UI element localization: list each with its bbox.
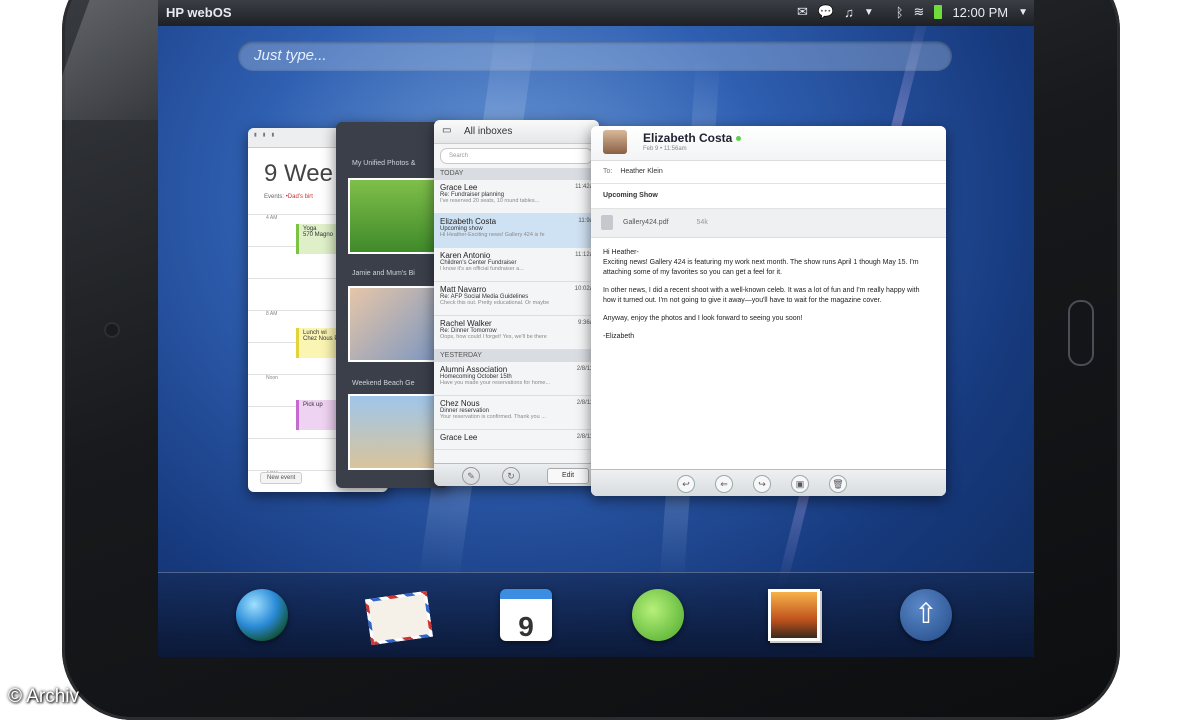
mail-item[interactable]: Alumni Association Homecoming October 15t… <box>434 362 599 396</box>
mail-item[interactable]: Chez Nous Dinner reservation Your reservat… <box>434 396 599 430</box>
mail-item[interactable]: Grace Lee Re: Fundraiser planning I've res… <box>434 180 599 214</box>
forward-icon[interactable]: ↪ <box>753 475 771 493</box>
photo-thumbnail[interactable] <box>348 178 442 254</box>
album-label: My Unified Photos & <box>352 160 416 167</box>
os-brand[interactable]: HP webOS <box>166 5 232 20</box>
mail-list-card[interactable]: ▭ All inboxes Search TODAY Grace Lee Re: … <box>434 120 599 486</box>
email-body: Hi Heather- Exciting news! Gallery 424 i… <box>603 249 920 340</box>
battery-icon <box>934 5 943 19</box>
home-button[interactable] <box>1068 300 1094 366</box>
email-timestamp: Feb 9 • 11:56am <box>643 146 687 152</box>
messaging-app-icon[interactable] <box>632 589 684 641</box>
email-toolbar: ↩ ⇐ ↪ ▣ 🗑 <box>591 469 946 496</box>
sender-name: Elizabeth Costa <box>643 131 742 145</box>
edit-button[interactable]: Edit <box>547 468 589 484</box>
bluetooth-icon[interactable]: ᛒ <box>896 5 904 20</box>
recipient-row: To: Heather Klein <box>591 161 946 184</box>
chevron-down-icon[interactable]: ▼ <box>864 7 874 18</box>
email-subject: Upcoming Show <box>591 184 946 209</box>
chevron-down-icon[interactable]: ▼ <box>1018 7 1028 18</box>
compose-icon[interactable]: ✎ <box>462 467 480 485</box>
calendar-app-icon[interactable]: 9 <box>500 589 552 642</box>
online-status-icon <box>736 136 742 142</box>
file-icon <box>601 215 613 230</box>
photos-app-icon[interactable] <box>768 589 820 641</box>
web-browser-icon[interactable] <box>236 589 288 641</box>
email-detail-card[interactable]: Elizabeth Costa Feb 9 • 11:56am To: Heath… <box>591 126 946 496</box>
photo-credit: © Archiv <box>8 686 80 707</box>
mail-list-title: All inboxes <box>464 126 513 137</box>
camera-icon <box>106 324 118 336</box>
mail-list-header: ▭ All inboxes <box>434 120 599 144</box>
reply-icon[interactable]: ↩ <box>677 475 695 493</box>
section-header: TODAY <box>434 168 599 180</box>
album-label: Weekend Beach Ge <box>352 380 415 387</box>
mail-item[interactable]: Karen Antonio Children's Center Fundraise… <box>434 248 599 282</box>
reply-all-icon[interactable]: ⇐ <box>715 475 733 493</box>
mail-search-input[interactable]: Search <box>440 148 593 164</box>
clock[interactable]: 12:00 PM <box>952 5 1008 20</box>
trash-icon[interactable]: 🗑 <box>829 475 847 493</box>
attachment[interactable]: Gallery424.pdf 54k <box>591 209 946 238</box>
avatar <box>603 130 627 154</box>
email-header: Elizabeth Costa Feb 9 • 11:56am <box>591 126 946 161</box>
mail-item[interactable]: Rachel Walker Re: Dinner Tomorrow Oops, ho… <box>434 316 599 350</box>
screen: HP webOS ✉ 💬 ♫ ▼ ᛒ ≋ 12:00 PM ▼ Just typ… <box>158 0 1034 657</box>
photo-thumbnail[interactable] <box>348 394 442 470</box>
email-app-icon[interactable] <box>365 590 433 646</box>
album-label: Jamie and Mum's Bi <box>352 270 415 277</box>
app-dock: 9 ⇧ <box>158 572 1034 657</box>
mail-list-toolbar: ✎ ↻ Edit <box>434 463 599 486</box>
photo-thumbnail[interactable] <box>348 286 442 362</box>
status-icons: ✉ 💬 ♫ ▼ ᛒ ≋ 12:00 PM ▼ <box>797 4 1028 20</box>
inbox-icon: ▭ <box>442 125 452 136</box>
launcher-icon[interactable]: ⇧ <box>900 589 952 641</box>
mail-item[interactable]: Matt Navarro Re: AFP Social Media Guideli… <box>434 282 599 316</box>
chat-icon[interactable]: 💬 <box>818 4 834 20</box>
just-type-search[interactable]: Just type... <box>238 41 952 71</box>
music-icon[interactable]: ♫ <box>844 5 854 20</box>
mail-icon[interactable]: ✉ <box>797 4 808 20</box>
new-event-button[interactable]: New event <box>260 472 303 484</box>
mail-item[interactable]: Elizabeth Costa Upcoming show Hi Heather-E… <box>434 214 599 248</box>
move-icon[interactable]: ▣ <box>791 475 809 493</box>
refresh-icon[interactable]: ↻ <box>502 467 520 485</box>
section-header: YESTERDAY <box>434 350 599 362</box>
status-bar: HP webOS ✉ 💬 ♫ ▼ ᛒ ≋ 12:00 PM ▼ <box>158 0 1034 26</box>
wifi-icon[interactable]: ≋ <box>914 4 925 20</box>
mail-item[interactable]: Grace Lee 2/8/11 <box>434 430 599 450</box>
photos-card[interactable]: My Unified Photos & Jamie and Mum's Bi W… <box>336 122 448 488</box>
